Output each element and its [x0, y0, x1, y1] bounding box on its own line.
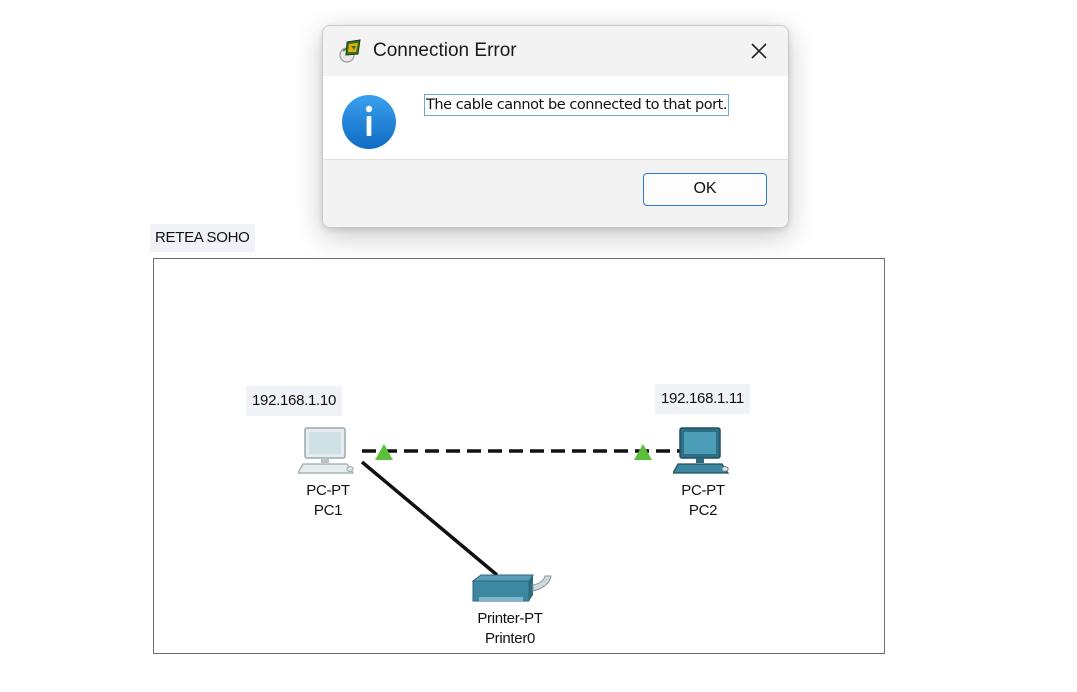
ip-label-pc1[interactable]: 192.168.1.10: [246, 386, 342, 416]
pc2-type-label: PC-PT: [681, 482, 725, 499]
area-label[interactable]: RETEA SOHO: [150, 224, 255, 252]
pc-icon: [671, 427, 730, 474]
printer0-type-label: Printer-PT: [477, 610, 543, 627]
pc1-type-label: PC-PT: [306, 482, 350, 499]
pc1-name-label[interactable]: PC1: [300, 501, 356, 520]
info-icon: [341, 94, 397, 150]
close-icon: [751, 43, 767, 59]
printer0-device[interactable]: [471, 571, 555, 605]
connection-error-dialog[interactable]: Connection Error The cable cannot be con…: [322, 25, 789, 228]
packet-tracer-app-icon: [338, 38, 364, 64]
dialog-footer: OK: [323, 159, 788, 227]
error-message: The cable cannot be connected to that po…: [424, 94, 730, 116]
ok-button[interactable]: OK: [643, 173, 767, 206]
pc1-device[interactable]: [296, 427, 358, 477]
dialog-body: The cable cannot be connected to that po…: [323, 76, 788, 159]
dialog-title: Connection Error: [373, 40, 517, 61]
printer0-name-label[interactable]: Printer0: [460, 629, 560, 648]
pc2-name-label[interactable]: PC2: [675, 501, 731, 520]
workspace-canvas[interactable]: RETEA SOHO 192.168.1.10 PC-PT PC1 192.16…: [0, 0, 1077, 692]
ip-label-pc2[interactable]: 192.168.1.11: [655, 384, 750, 414]
pc2-device[interactable]: [671, 427, 733, 477]
close-button[interactable]: [744, 36, 774, 66]
dialog-title-bar[interactable]: Connection Error: [323, 26, 788, 76]
pc-icon: [296, 427, 355, 474]
printer-icon: [471, 574, 552, 602]
